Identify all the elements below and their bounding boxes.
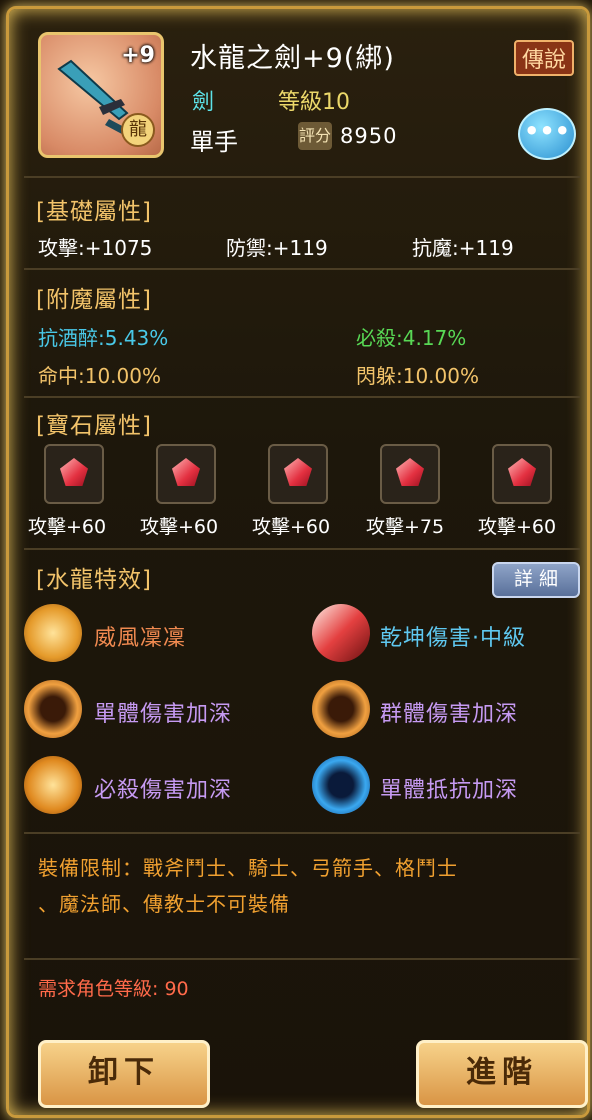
gem-stat: 攻擊+75	[366, 516, 445, 538]
divider	[24, 268, 580, 270]
enchant-dodge: 閃躲:10.00%	[356, 364, 479, 388]
group-skill-icon[interactable]	[312, 680, 370, 738]
ruby-gem-icon	[508, 458, 536, 486]
skill-name: 單體傷害加深	[94, 702, 233, 727]
stat-attack: 攻擊:+1075	[38, 236, 153, 260]
gem-slot[interactable]	[156, 444, 216, 504]
skill-name: 乾坤傷害·中級	[380, 626, 526, 651]
enhance-level: +9	[121, 43, 155, 68]
section-title-gems: [寶石屬性]	[36, 413, 152, 439]
ring-skill-icon[interactable]	[24, 604, 82, 662]
item-icon: +9 龍	[38, 32, 164, 158]
enchant-hit: 命中:10.00%	[38, 364, 161, 388]
gem-slot[interactable]	[492, 444, 552, 504]
ruby-gem-icon	[396, 458, 424, 486]
more-options-button[interactable]: •••	[518, 108, 576, 160]
divider	[24, 396, 580, 398]
divider	[24, 548, 580, 550]
gem-slot[interactable]	[268, 444, 328, 504]
gem-stat: 攻擊+60	[478, 516, 557, 538]
score-value: 8950	[340, 124, 398, 148]
section-title-special: [水龍特效]	[36, 567, 152, 593]
equip-restriction-line2: 、魔法師、傳教士不可裝備	[38, 892, 290, 916]
item-level: 等級10	[278, 90, 350, 115]
unequip-button[interactable]: 卸下	[38, 1040, 210, 1108]
item-name: 水龍之劍+9(綁)	[190, 43, 395, 74]
item-type: 劍	[192, 90, 215, 115]
required-level: 需求角色等級: 90	[38, 978, 189, 1000]
ruby-gem-icon	[172, 458, 200, 486]
skill-name: 必殺傷害加深	[94, 778, 233, 803]
detail-button[interactable]: 詳 細	[492, 562, 580, 598]
upgrade-button[interactable]: 進階	[416, 1040, 588, 1108]
equip-restriction-line1: 裝備限制：戰斧鬥士、騎士、弓箭手、格鬥士	[38, 856, 458, 880]
enchant-anti-drunk: 抗酒醉:5.43%	[38, 326, 169, 350]
skill-name: 單體抵抗加深	[380, 778, 519, 803]
ruby-gem-icon	[284, 458, 312, 486]
bound-seal-icon: 龍	[121, 113, 155, 147]
section-title-base: [基礎屬性]	[36, 199, 152, 225]
resist-skill-icon[interactable]	[312, 756, 370, 814]
single-target-skill-icon[interactable]	[24, 680, 82, 738]
gem-slot[interactable]	[44, 444, 104, 504]
divider	[24, 832, 580, 834]
skill-name: 群體傷害加深	[380, 702, 519, 727]
gem-stat: 攻擊+60	[28, 516, 107, 538]
slash-skill-icon[interactable]	[312, 604, 370, 662]
gem-stat: 攻擊+60	[252, 516, 331, 538]
divider	[24, 176, 580, 178]
divider	[24, 958, 580, 960]
gem-slot[interactable]	[380, 444, 440, 504]
rarity-badge: 傳說	[514, 40, 575, 76]
section-title-enchant: [附魔屬性]	[36, 287, 152, 313]
critical-skill-icon[interactable]	[24, 756, 82, 814]
enchant-critical: 必殺:4.17%	[356, 326, 467, 350]
gem-stat: 攻擊+60	[140, 516, 219, 538]
skill-name: 威風凜凜	[94, 626, 187, 651]
hand-type: 單手	[190, 128, 238, 156]
stat-defense: 防禦:+119	[226, 236, 328, 260]
score-icon: 評分	[298, 122, 332, 150]
ruby-gem-icon	[60, 458, 88, 486]
stat-magic-resist: 抗魔:+119	[412, 236, 514, 260]
